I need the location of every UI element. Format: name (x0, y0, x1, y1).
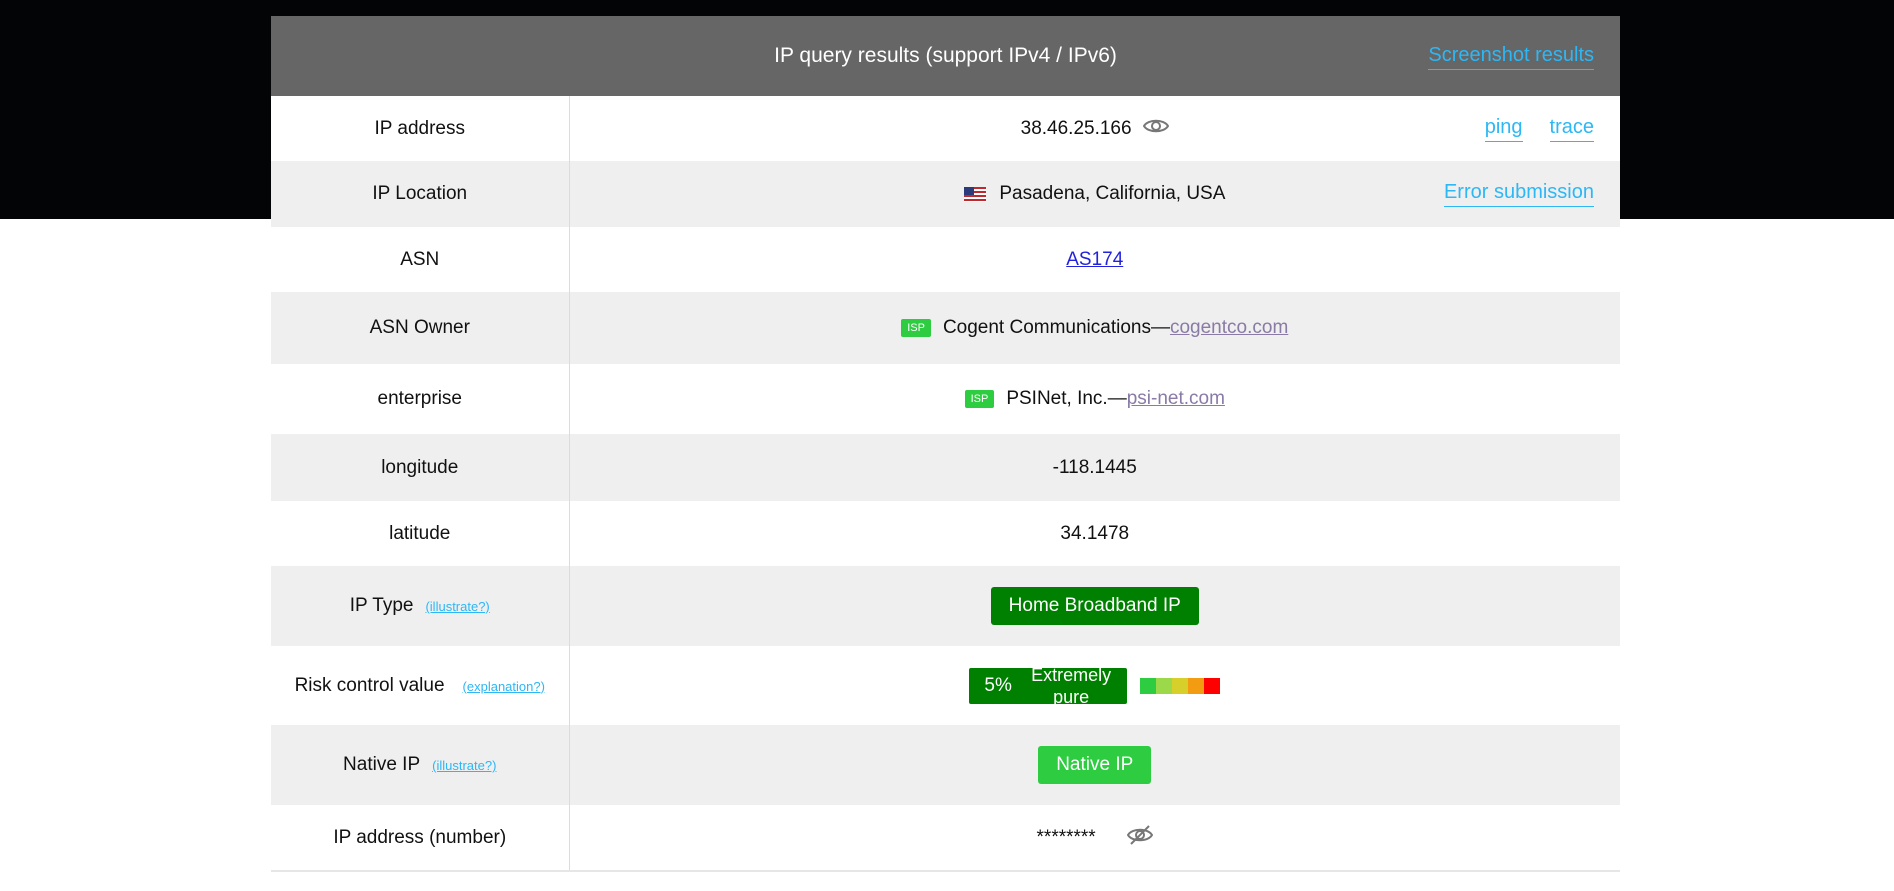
eye-off-icon[interactable] (1126, 824, 1154, 852)
results-header: IP query results (support IPv4 / IPv6) S… (271, 16, 1620, 96)
results-title: IP query results (support IPv4 / IPv6) (774, 44, 1117, 67)
row-longitude: longitude -118.1445 (271, 434, 1620, 501)
risk-score-badge: 5% Extremely pure (969, 665, 1128, 707)
label-latitude: latitude (271, 501, 570, 566)
row-ip-location: IP Location Pasadena, California, USA Er… (271, 161, 1620, 227)
label-asn-owner: ASN Owner (271, 292, 570, 364)
row-latitude: latitude 34.1478 (271, 501, 1620, 566)
ip-tools: ping trace (1484, 116, 1594, 142)
asn-owner-name: Cogent Communications— (942, 317, 1170, 338)
label-ip-address: IP address (271, 96, 570, 161)
ip-number-value: ******** (1036, 826, 1096, 848)
ip-location-value: Pasadena, California, USA (999, 183, 1226, 204)
row-native-ip: Native IP (illustrate?) Native IP (271, 725, 1620, 805)
risk-scale-segment (1204, 677, 1221, 694)
label-ip-number: IP address (number) (271, 805, 570, 871)
risk-scale-segment (1156, 677, 1173, 694)
risk-scale-segment (1172, 677, 1189, 694)
results-table: IP address 38.46.25.166 ping trace IP Lo… (271, 96, 1620, 872)
error-submission-link[interactable]: Error submission (1443, 181, 1594, 207)
row-risk: Risk control value (explanation?) 5% Extr… (271, 646, 1620, 725)
latitude-value: 34.1478 (1060, 522, 1130, 544)
risk-percent: 5% (984, 674, 1012, 696)
risk-level: Extremely pure (1031, 664, 1112, 707)
results-card: IP query results (support IPv4 / IPv6) S… (271, 16, 1620, 872)
row-asn: ASN AS174 (271, 227, 1620, 292)
row-ip-number: IP address (number) ******** (271, 805, 1620, 871)
trace-link[interactable]: trace (1549, 116, 1594, 142)
label-enterprise: enterprise (271, 364, 570, 434)
longitude-value: -118.1445 (1052, 456, 1137, 478)
native-ip-badge: Native IP (1038, 746, 1152, 784)
row-ip-type: IP Type (illustrate?) Home Broadband IP (271, 566, 1620, 646)
native-ip-illustrate-link[interactable]: (illustrate?) (432, 758, 496, 773)
us-flag-icon (964, 186, 987, 203)
label-native-ip: Native IP (343, 754, 421, 775)
label-risk: Risk control value (294, 674, 445, 696)
ip-type-illustrate-link[interactable]: (illustrate?) (425, 599, 489, 614)
risk-scale-segment (1188, 677, 1205, 694)
ping-link[interactable]: ping (1484, 116, 1523, 142)
row-ip-address: IP address 38.46.25.166 ping trace (271, 96, 1620, 161)
label-asn: ASN (271, 227, 570, 292)
row-enterprise: enterprise ISP PSINet, Inc.—psi-net.com (271, 364, 1620, 434)
ip-address-value: 38.46.25.166 (1020, 117, 1132, 139)
isp-badge: ISP (964, 390, 995, 408)
label-ip-type: IP Type (349, 595, 414, 616)
label-longitude: longitude (271, 434, 570, 501)
asn-owner-domain-link[interactable]: cogentco.com (1170, 317, 1288, 338)
row-asn-owner: ASN Owner ISP Cogent Communications—cogen… (271, 292, 1620, 364)
eye-icon[interactable] (1142, 117, 1170, 141)
risk-scale (1140, 677, 1221, 694)
asn-link[interactable]: AS174 (1066, 249, 1123, 270)
enterprise-name: PSINet, Inc.— (1006, 388, 1127, 409)
ip-type-badge: Home Broadband IP (990, 587, 1199, 625)
enterprise-domain-link[interactable]: psi-net.com (1127, 388, 1225, 409)
label-ip-location: IP Location (271, 161, 570, 227)
isp-badge: ISP (901, 319, 931, 337)
risk-scale-segment (1140, 677, 1157, 694)
risk-explanation-link[interactable]: (explanation?) (463, 679, 545, 694)
screenshot-results-link[interactable]: Screenshot results (1428, 44, 1594, 70)
